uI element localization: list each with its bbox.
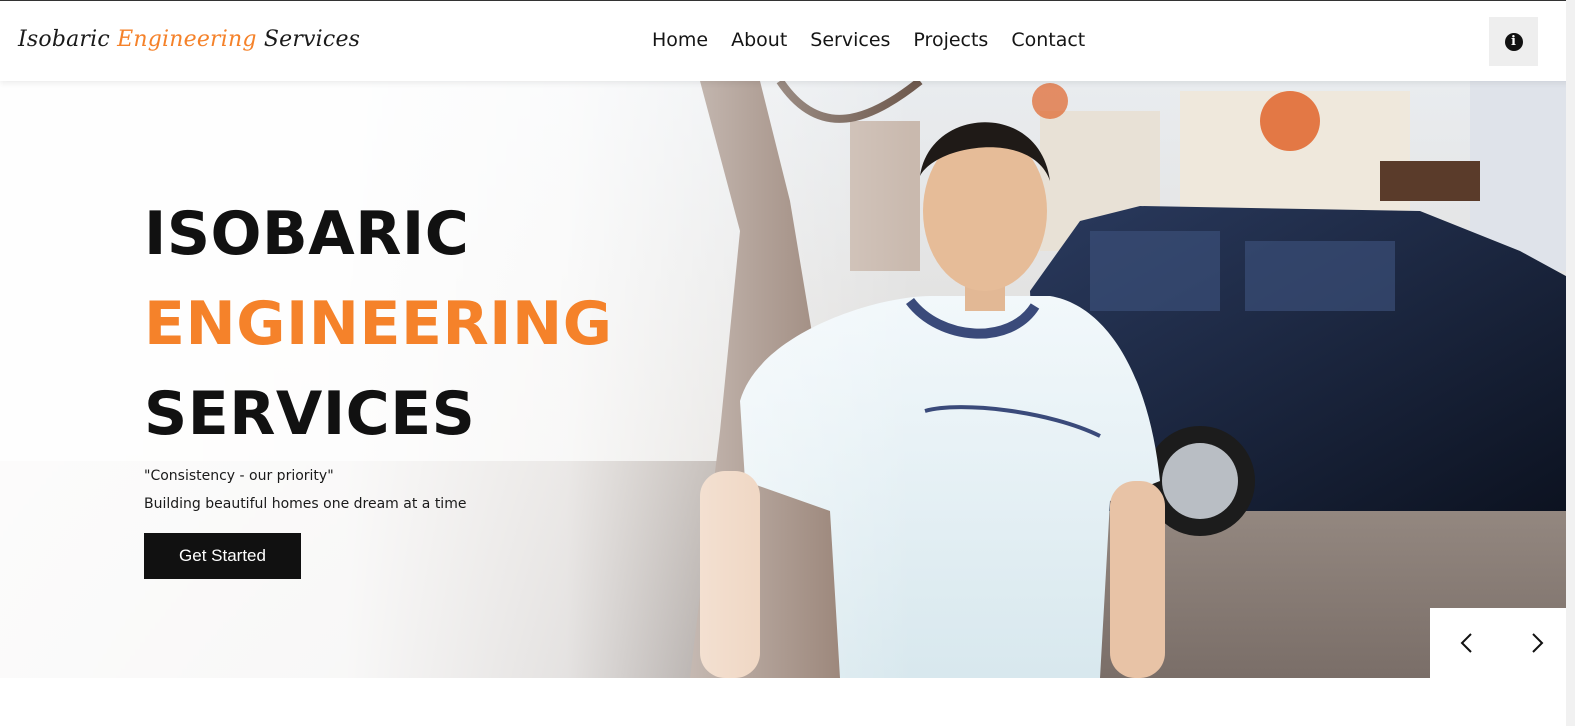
hero-heading: ISOBARIC ENGINEERING SERVICES: [144, 189, 612, 459]
slider-next-button[interactable]: [1502, 608, 1574, 678]
nav-link-home[interactable]: Home: [652, 29, 708, 51]
info-circle-icon: i: [1504, 32, 1523, 51]
logo-text-isobaric: Isobaric: [18, 27, 118, 52]
hero-heading-line-2: ENGINEERING: [144, 289, 613, 359]
slider-prev-button[interactable]: [1430, 608, 1502, 678]
get-started-button[interactable]: Get Started: [144, 533, 301, 579]
main-nav: Home About Services Projects Contact: [652, 29, 1085, 51]
nav-link-projects[interactable]: Projects: [913, 29, 988, 51]
hero-subtitle: Building beautiful homes one dream at a …: [144, 496, 467, 512]
info-button[interactable]: i: [1489, 17, 1538, 66]
hero-quote: "Consistency - our priority": [144, 468, 334, 484]
hero-heading-line-3: SERVICES: [144, 379, 476, 449]
site-logo[interactable]: Isobaric Engineering Services: [18, 27, 360, 52]
nav-link-about[interactable]: About: [731, 29, 787, 51]
chevron-right-icon: [1532, 633, 1544, 653]
nav-link-contact[interactable]: Contact: [1011, 29, 1085, 51]
hero-tagline: "Consistency - our priority" Building be…: [144, 462, 466, 518]
logo-text-services: Services: [256, 27, 361, 52]
slider-controls: [1430, 608, 1575, 678]
hero-section: ISOBARIC ENGINEERING SERVICES "Consisten…: [0, 81, 1575, 678]
hero-heading-line-1: ISOBARIC: [144, 199, 470, 269]
page-scrollbar[interactable]: [1566, 0, 1575, 726]
chevron-left-icon: [1460, 633, 1472, 653]
logo-text-engineering: Engineering: [117, 27, 257, 52]
nav-link-services[interactable]: Services: [810, 29, 890, 51]
navbar: Isobaric Engineering Services Home About…: [0, 0, 1575, 81]
